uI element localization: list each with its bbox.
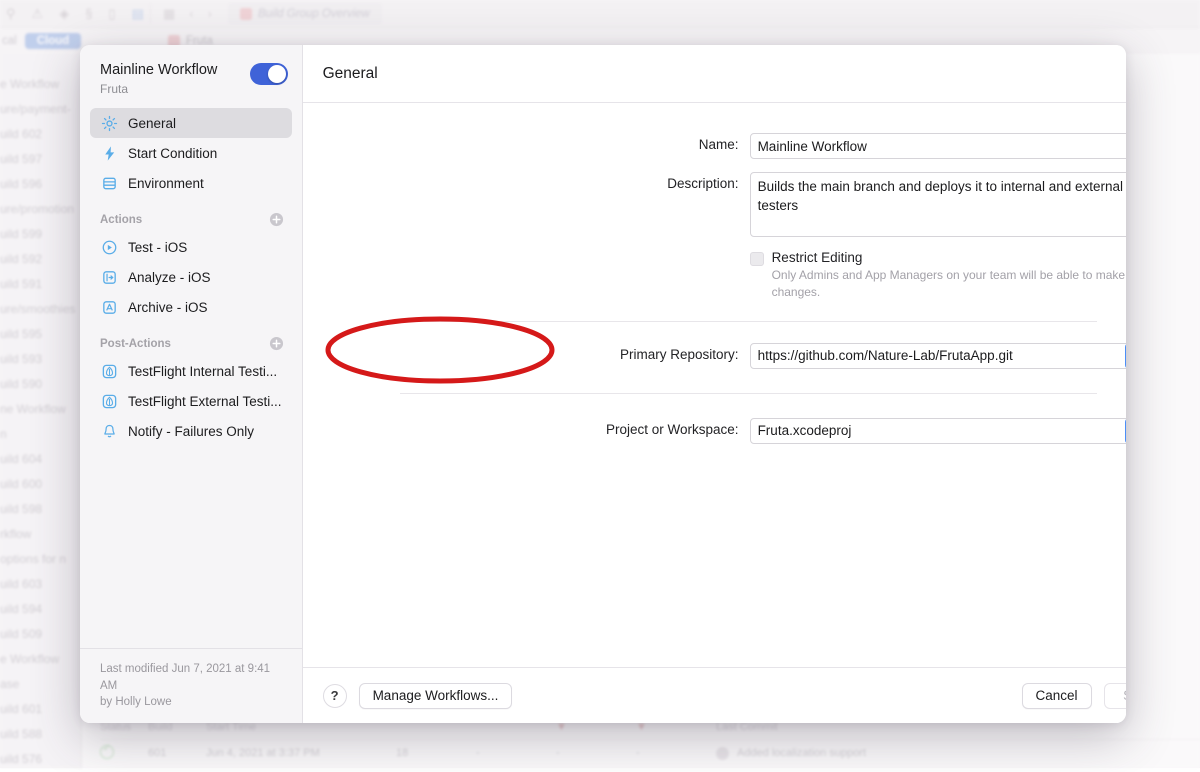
add-action-button[interactable] <box>269 212 284 227</box>
add-post-action-button[interactable] <box>269 336 284 351</box>
name-row: Name: <box>303 133 1126 159</box>
sidebar-item-test-ios[interactable]: Test - iOS <box>90 232 292 262</box>
project-or-workspace-row: Project or Workspace: Fruta.xcodeproj <box>303 418 1126 444</box>
cancel-button[interactable]: Cancel <box>1022 683 1092 709</box>
sidebar-item-label: Environment <box>128 176 204 191</box>
sidebar-item-notify-failures-only[interactable]: Notify - Failures Only <box>90 416 292 446</box>
project-or-workspace-select[interactable]: Fruta.xcodeproj <box>750 418 1126 444</box>
workflow-project: Fruta <box>100 82 217 96</box>
save-button[interactable]: Save <box>1104 683 1126 709</box>
sheet-nav-primary: General Start Condition Environment <box>80 108 302 198</box>
sidebar-item-label: Start Condition <box>128 146 217 161</box>
bolt-icon <box>100 144 118 162</box>
archive-icon <box>100 298 118 316</box>
name-input[interactable] <box>750 133 1126 159</box>
restrict-editing-help: Only Admins and App Managers on your tea… <box>772 267 1126 301</box>
workflow-enabled-toggle[interactable] <box>250 63 288 85</box>
general-settings-form: Name: Description: Builds the main branc… <box>303 103 1126 667</box>
post-actions-group-header: Post-Actions <box>80 322 302 356</box>
sheet-sidebar: Mainline Workflow Fruta General Start Con… <box>80 45 303 723</box>
sidebar-item-label: General <box>128 116 176 131</box>
last-modified-info: Last modified Jun 7, 2021 at 9:41 AM by … <box>80 648 302 723</box>
sheet-main-header: General <box>303 45 1126 103</box>
test-target-icon <box>100 238 118 256</box>
sidebar-item-label: TestFlight Internal Testi... <box>128 364 277 379</box>
sheet-nav-actions: Test - iOS Analyze - iOS Archive - iOS <box>80 232 302 322</box>
project-or-workspace-label: Project or Workspace: <box>303 418 750 437</box>
project-or-workspace-value: Fruta.xcodeproj <box>758 419 1115 443</box>
sidebar-item-label: TestFlight External Testi... <box>128 394 282 409</box>
post-actions-group-label: Post-Actions <box>100 338 171 350</box>
form-divider-top <box>400 321 1097 322</box>
sheet-nav-post-actions: TestFlight Internal Testi... TestFlight E… <box>80 356 302 446</box>
sheet-main-panel: General Name: Description: Builds the ma… <box>303 45 1126 723</box>
sidebar-item-label: Test - iOS <box>128 240 187 255</box>
sidebar-item-archive-ios[interactable]: Archive - iOS <box>90 292 292 322</box>
actions-group-label: Actions <box>100 214 142 226</box>
manage-workflows-button[interactable]: Manage Workflows... <box>359 683 513 709</box>
sheet-sidebar-header: Mainline Workflow Fruta <box>80 45 302 108</box>
sidebar-item-general[interactable]: General <box>90 108 292 138</box>
restrict-editing-checkbox[interactable] <box>750 252 764 266</box>
description-row: Description: Builds the main branch and … <box>303 172 1126 301</box>
last-modified-line2: by Holly Lowe <box>100 694 288 711</box>
sidebar-item-label: Analyze - iOS <box>128 270 211 285</box>
testflight-icon <box>100 362 118 380</box>
last-modified-line1: Last modified Jun 7, 2021 at 9:41 AM <box>100 661 288 694</box>
form-divider-bottom <box>400 393 1097 394</box>
sidebar-item-environment[interactable]: Environment <box>90 168 292 198</box>
actions-group-header: Actions <box>80 198 302 232</box>
description-label: Description: <box>303 172 750 191</box>
restrict-editing-row[interactable]: Restrict Editing Only Admins and App Man… <box>750 250 1126 301</box>
primary-repository-value: https://github.com/Nature-Lab/FrutaApp.g… <box>758 344 1115 368</box>
name-label: Name: <box>303 133 750 152</box>
workflow-settings-sheet: Mainline Workflow Fruta General Start Con… <box>80 45 1126 723</box>
sidebar-item-label: Archive - iOS <box>128 300 208 315</box>
gear-icon <box>100 114 118 132</box>
sidebar-item-label: Notify - Failures Only <box>128 424 254 439</box>
sidebar-item-start-condition[interactable]: Start Condition <box>90 138 292 168</box>
testflight-icon <box>100 392 118 410</box>
primary-repository-select[interactable]: https://github.com/Nature-Lab/FrutaApp.g… <box>750 343 1126 369</box>
bell-icon <box>100 422 118 440</box>
page-title: General <box>323 65 378 83</box>
primary-repository-label: Primary Repository: <box>303 343 750 362</box>
chevron-down-icon[interactable] <box>1125 343 1126 369</box>
description-input[interactable]: Builds the main branch and deploys it to… <box>750 172 1126 237</box>
sidebar-item-testflight-external-testi[interactable]: TestFlight External Testi... <box>90 386 292 416</box>
database-icon <box>100 174 118 192</box>
workflow-name: Mainline Workflow <box>100 61 217 79</box>
chevron-up-down-icon[interactable] <box>1125 418 1126 444</box>
restrict-editing-label: Restrict Editing <box>772 250 1126 265</box>
primary-repository-row: Primary Repository: https://github.com/N… <box>303 343 1126 369</box>
sidebar-item-analyze-ios[interactable]: Analyze - iOS <box>90 262 292 292</box>
sheet-footer-bar: ? Manage Workflows... Cancel Save <box>303 667 1126 723</box>
analyze-icon <box>100 268 118 286</box>
help-button[interactable]: ? <box>323 684 347 708</box>
sidebar-item-testflight-internal-testi[interactable]: TestFlight Internal Testi... <box>90 356 292 386</box>
